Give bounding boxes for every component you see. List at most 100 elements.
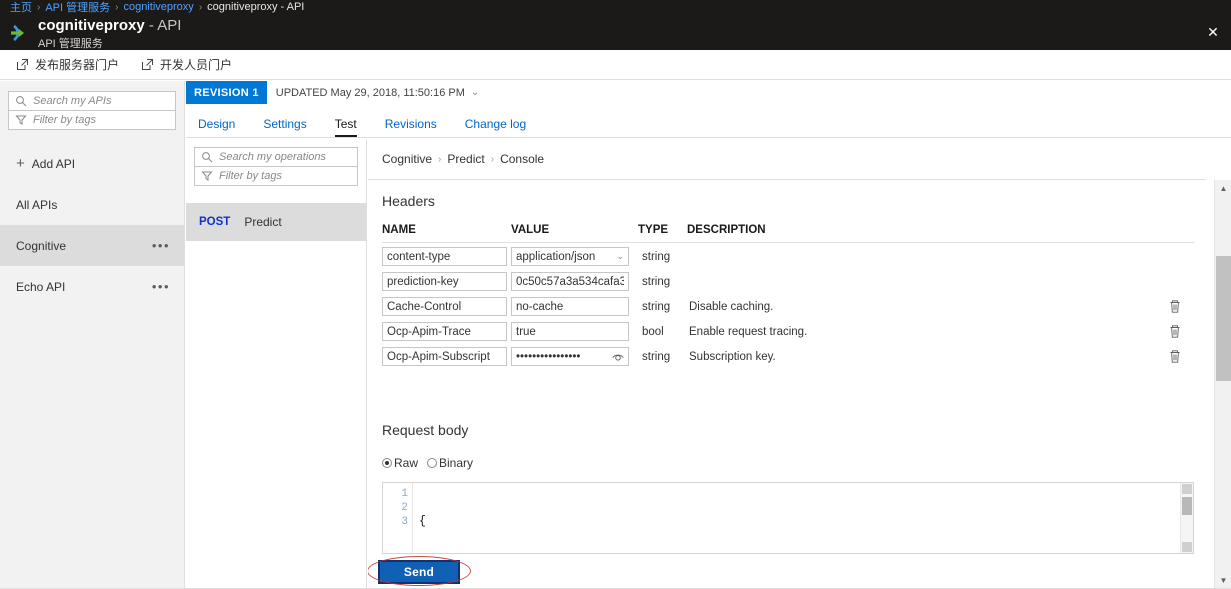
context-menu-icon[interactable]: ••• xyxy=(152,279,172,294)
tab-revisions[interactable]: Revisions xyxy=(371,117,451,137)
header-value-dropdown[interactable]: application/json ⌄ xyxy=(511,247,629,266)
scroll-down-icon[interactable] xyxy=(1182,542,1192,552)
sidebar-search-group xyxy=(0,81,184,130)
delete-header-icon[interactable] xyxy=(1168,299,1182,314)
sidebar-item-label: Echo API xyxy=(16,279,66,294)
header-value-masked-field[interactable]: •••••••••••••••• xyxy=(511,347,629,366)
tab-test[interactable]: Test xyxy=(321,117,371,137)
headers-table: NAME VALUE TYPE DESCRIPTION application/… xyxy=(382,224,1194,368)
header-description-label: Enable request tracing. xyxy=(689,325,808,338)
header-value-field[interactable] xyxy=(511,322,629,341)
header-value-cell xyxy=(511,297,638,316)
filter-tags-field[interactable] xyxy=(8,110,176,130)
revision-updated[interactable]: UPDATED May 29, 2018, 11:50:16 PM ⌄ xyxy=(267,87,480,99)
header-name-input[interactable] xyxy=(387,325,502,338)
revision-bar: REVISION 1 UPDATED May 29, 2018, 11:50:1… xyxy=(186,81,1231,104)
breadcrumb-item-apim[interactable]: API 管理服务 xyxy=(45,0,110,15)
command-bar: 发布服务器门户 开发人员门户 xyxy=(0,50,1231,80)
chevron-down-icon[interactable]: ⌄ xyxy=(471,87,479,98)
search-apis-field[interactable] xyxy=(8,91,176,111)
blade-title-bar xyxy=(0,14,1231,50)
show-password-icon[interactable] xyxy=(612,351,624,363)
operation-item-predict[interactable]: POST Predict xyxy=(186,203,366,241)
send-button[interactable]: Send xyxy=(378,560,460,584)
tab-design[interactable]: Design xyxy=(186,117,249,137)
page-scrollbar[interactable]: ▲ ▼ xyxy=(1214,180,1231,589)
radio-binary[interactable]: Binary xyxy=(427,456,473,470)
scroll-down-icon[interactable]: ▼ xyxy=(1215,572,1231,589)
sidebar-item-echo-api[interactable]: Echo API ••• xyxy=(0,266,184,307)
search-operations-field[interactable] xyxy=(194,147,358,167)
search-operations-input[interactable] xyxy=(219,151,351,163)
scroll-thumb[interactable] xyxy=(1216,256,1231,381)
breadcrumb-separator-icon: › xyxy=(198,1,203,13)
scroll-up-icon[interactable]: ▲ xyxy=(1215,180,1231,197)
header-value-cell: application/json ⌄ xyxy=(511,247,638,266)
header-name-field[interactable] xyxy=(382,322,507,341)
operations-search-group xyxy=(186,139,366,186)
context-menu-icon[interactable]: ••• xyxy=(152,238,172,253)
header-name-cell xyxy=(382,297,511,316)
header-value-input[interactable] xyxy=(516,300,624,313)
console-breadcrumb-api[interactable]: Cognitive xyxy=(382,152,432,166)
breadcrumb-item-home[interactable]: 主页 xyxy=(10,0,32,15)
line-number: 2 xyxy=(401,502,408,514)
api-list-sidebar: + Add API All APIs Cognitive ••• Echo AP… xyxy=(0,81,185,589)
azure-apim-test-console: 主页 › API 管理服务 › cognitiveproxy › cogniti… xyxy=(0,0,1231,589)
editor-scroll-thumb[interactable] xyxy=(1182,497,1192,515)
filter-tags-input[interactable] xyxy=(33,114,169,126)
delete-header-icon[interactable] xyxy=(1168,349,1182,364)
headers-section-title: Headers xyxy=(382,193,435,209)
header-name-field[interactable] xyxy=(382,297,507,316)
header-name-input[interactable] xyxy=(387,350,502,363)
sidebar-item-cognitive[interactable]: Cognitive ••• xyxy=(0,225,184,266)
table-row: •••••••••••••••• string Subscription key… xyxy=(382,345,1194,368)
filter-icon xyxy=(15,114,27,126)
api-arrow-icon xyxy=(10,22,32,44)
developer-portal-label: 开发人员门户 xyxy=(160,58,233,72)
radio-raw[interactable]: Raw xyxy=(382,456,418,470)
header-name-input[interactable] xyxy=(387,300,502,313)
header-name-field[interactable] xyxy=(382,247,507,266)
header-type-label: string xyxy=(642,275,671,288)
header-name-field[interactable] xyxy=(382,347,507,366)
plus-icon: + xyxy=(16,155,25,172)
header-value-input[interactable] xyxy=(516,275,624,288)
page-subtitle: API 管理服务 xyxy=(38,38,103,50)
console-breadcrumb-operation[interactable]: Predict xyxy=(447,152,484,166)
header-name-input[interactable] xyxy=(387,275,502,288)
publisher-portal-link[interactable]: 发布服务器门户 xyxy=(16,56,119,73)
header-name-cell xyxy=(382,347,511,366)
table-row: string xyxy=(382,270,1194,293)
request-body-editor[interactable]: 1 2 3 { "Url": "https://cognitivedemo.bl… xyxy=(382,482,1194,554)
table-row: string Disable caching. xyxy=(382,295,1194,318)
header-name-field[interactable] xyxy=(382,272,507,291)
operation-name-label: Predict xyxy=(244,215,282,229)
chevron-down-icon[interactable]: ⌄ xyxy=(613,251,624,262)
operations-filter-tags-input[interactable] xyxy=(219,170,351,182)
tab-settings[interactable]: Settings xyxy=(249,117,320,137)
header-value-field[interactable] xyxy=(511,297,629,316)
send-button-group: Send xyxy=(368,556,471,586)
sidebar-item-all-apis[interactable]: All APIs xyxy=(0,184,184,225)
scroll-up-icon[interactable] xyxy=(1182,484,1192,494)
close-icon[interactable]: ✕ xyxy=(1195,14,1231,50)
search-apis-input[interactable] xyxy=(33,95,169,107)
page-title-suffix: - API xyxy=(148,17,182,34)
publisher-portal-label: 发布服务器门户 xyxy=(35,58,120,72)
search-icon xyxy=(15,95,27,107)
operations-filter-tags-field[interactable] xyxy=(194,166,358,186)
editor-code-area[interactable]: { "Url": "https://cognitivedemo.blob.cor… xyxy=(413,483,1180,553)
delete-header-icon[interactable] xyxy=(1168,324,1182,339)
header-value-input[interactable] xyxy=(516,325,624,338)
editor-scrollbar[interactable] xyxy=(1180,483,1193,553)
console-breadcrumb: Cognitive › Predict › Console xyxy=(382,152,544,166)
header-value-field[interactable] xyxy=(511,272,629,291)
page-title: cognitiveproxy - API xyxy=(38,17,181,34)
header-name-input[interactable] xyxy=(387,250,502,263)
developer-portal-link[interactable]: 开发人员门户 xyxy=(141,56,232,73)
tab-change-log[interactable]: Change log xyxy=(451,117,540,137)
header-type-label: string xyxy=(642,350,671,363)
breadcrumb-item-cognitiveproxy[interactable]: cognitiveproxy xyxy=(123,1,193,13)
add-api-button[interactable]: + Add API xyxy=(0,143,184,184)
